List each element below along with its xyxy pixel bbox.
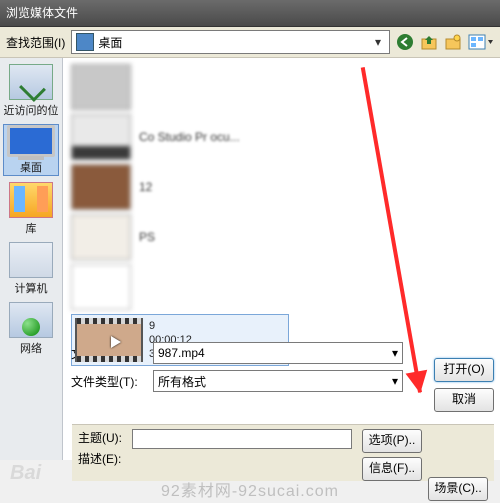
file-caption: PS [139, 230, 155, 244]
filename-value: 987.mp4 [158, 346, 205, 360]
desktop-icon [76, 33, 94, 51]
file-thumb[interactable] [71, 114, 131, 160]
filetype-row: 文件类型(T): 所有格式 ▾ [71, 370, 492, 392]
watermark: 92素材网-92sucai.com [0, 477, 500, 501]
window-title: 浏览媒体文件 [6, 6, 78, 20]
file-thumb[interactable] [71, 264, 131, 310]
place-computer[interactable]: 计算机 [3, 242, 59, 296]
filetype-label: 文件类型(T): [71, 373, 143, 390]
nav-icons [396, 33, 494, 51]
filetype-value: 所有格式 [158, 373, 206, 390]
options-button[interactable]: 选项(P).. [362, 429, 422, 453]
computer-icon [9, 242, 53, 278]
filetype-combo[interactable]: 所有格式 ▾ [153, 370, 403, 392]
file-thumb[interactable] [71, 64, 131, 110]
up-icon[interactable] [420, 33, 438, 51]
desktop-place-icon [7, 125, 55, 157]
library-icon [9, 182, 53, 218]
chevron-down-icon: ▾ [392, 346, 398, 360]
subject-input[interactable] [132, 429, 352, 449]
lower-bar: 主题(U): 描述(E): 选项(P).. 信息(F).. 场景(C).. [72, 424, 494, 481]
file-thumb[interactable] [71, 214, 131, 260]
network-icon [9, 302, 53, 338]
view-menu-icon[interactable] [468, 33, 494, 51]
video-thumb [75, 318, 143, 362]
place-recent[interactable]: 近访问的位 [3, 64, 59, 118]
file-caption: Co Studio Pr ocu... [139, 130, 240, 144]
chevron-down-icon: ▾ [371, 35, 385, 49]
file-dialog-window: { "window": { "title": "浏览媒体文件" }, "topr… [0, 0, 500, 503]
subject-label: 主题(U): [78, 429, 122, 446]
dialog-body: 近访问的位 桌面 库 计算机 网络 [0, 58, 500, 460]
open-button[interactable]: 打开(O) [434, 358, 494, 382]
lookin-row: 查找范围(I) 桌面 ▾ [0, 27, 500, 58]
lookin-value: 桌面 [98, 34, 122, 51]
place-network[interactable]: 网络 [3, 302, 59, 356]
back-icon[interactable] [396, 33, 414, 51]
lookin-label: 查找范围(I) [6, 34, 65, 51]
cancel-button[interactable]: 取消 [434, 388, 494, 412]
file-caption: 12 [139, 180, 152, 194]
filename-combo[interactable]: 987.mp4 ▾ [153, 342, 403, 364]
lookin-combo[interactable]: 桌面 ▾ [71, 30, 390, 54]
file-thumb[interactable] [71, 164, 131, 210]
new-folder-icon[interactable] [444, 33, 462, 51]
titlebar: 浏览媒体文件 [0, 0, 500, 27]
chevron-down-icon: ▾ [392, 374, 398, 388]
place-library[interactable]: 库 [3, 182, 59, 236]
place-desktop[interactable]: 桌面 [3, 124, 59, 176]
file-grid[interactable]: Co Studio Pr ocu... 12 PS 9 00:00:12 [71, 64, 492, 336]
places-bar: 近访问的位 桌面 库 计算机 网络 [0, 58, 63, 460]
action-buttons: 打开(O) 取消 [434, 358, 494, 412]
recent-icon [9, 64, 53, 100]
desc-label: 描述(E): [78, 450, 122, 467]
selected-file-name: 9 [149, 319, 192, 333]
